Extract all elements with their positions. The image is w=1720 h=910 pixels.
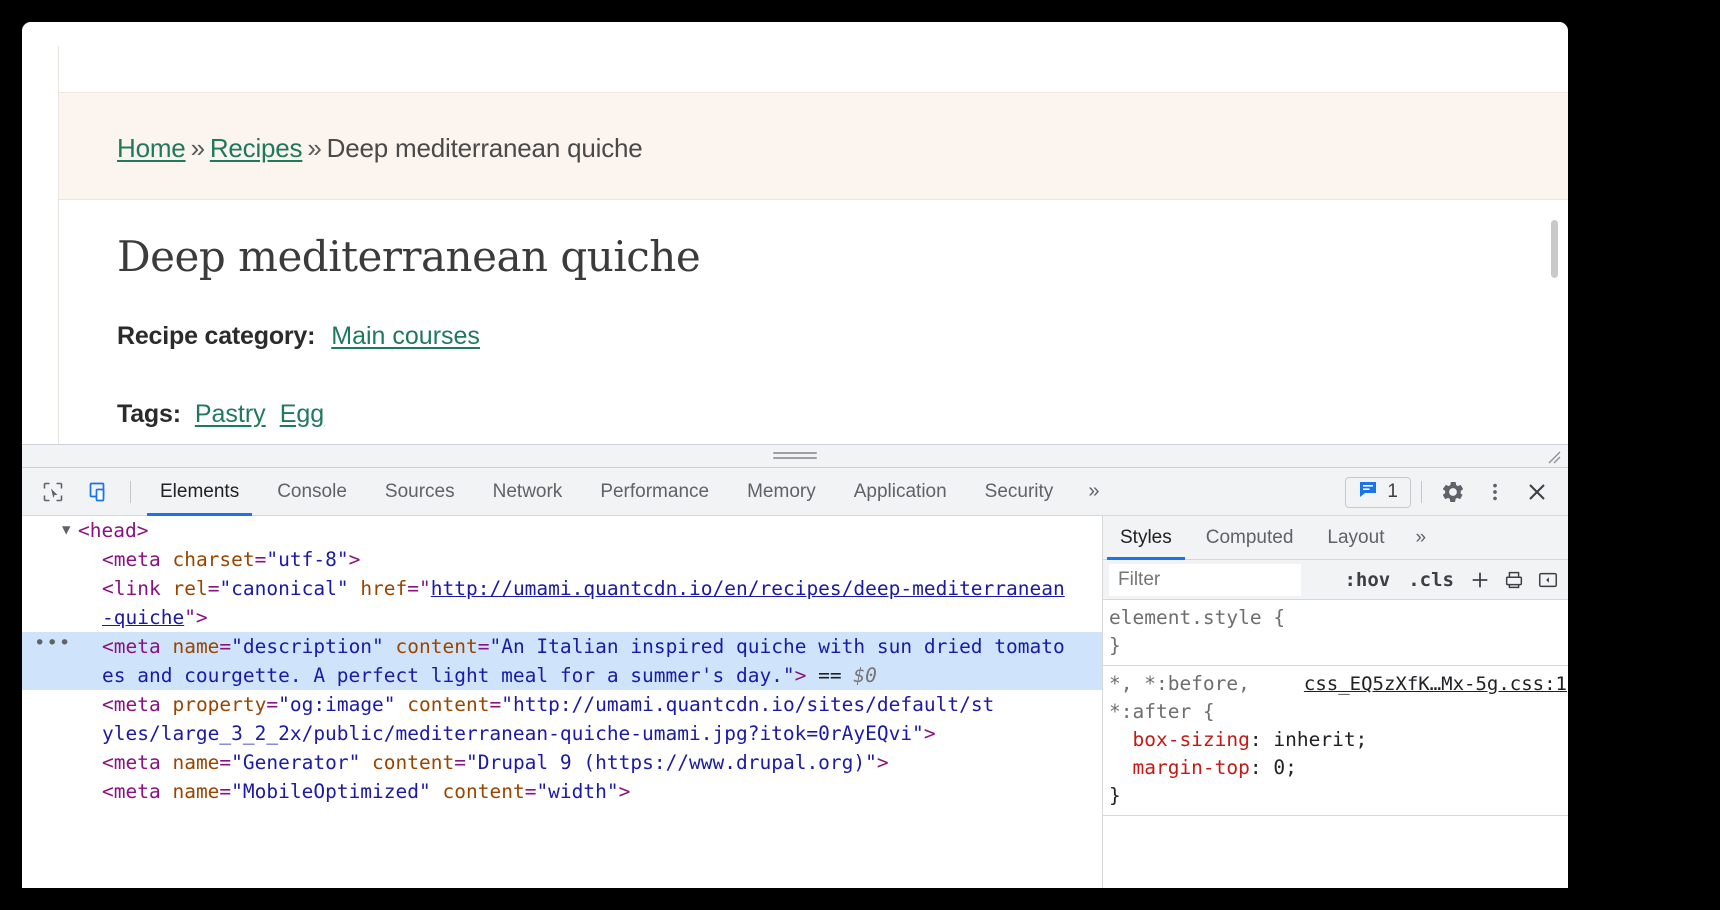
dom-line-meta-generator[interactable]: <meta name="Generator" content="Drupal 9… (22, 748, 1102, 777)
tab-computed[interactable]: Computed (1189, 516, 1311, 560)
page-viewport: Home»Recipes»Deep mediterranean quiche D… (22, 22, 1568, 462)
style-rule-element-style[interactable]: element.style {} (1103, 600, 1568, 666)
styles-more-tabs-chevron-icon[interactable]: » (1401, 516, 1440, 559)
styles-filter-actions: :hov .cls (1335, 560, 1565, 600)
devtools-resize-splitter[interactable] (22, 444, 1568, 468)
dom-line-meta-mobileoptimized[interactable]: <meta name="MobileOptimized" content="wi… (22, 777, 1102, 806)
tab-sources[interactable]: Sources (366, 468, 474, 516)
breadcrumb-link-home[interactable]: Home (117, 133, 186, 163)
sidebar-collapse-icon[interactable] (1531, 563, 1565, 597)
page-top-strip (58, 46, 1568, 92)
tab-memory[interactable]: Memory (728, 468, 835, 516)
styles-sidebar-pane: Styles Computed Layout » :hov .cls (1102, 516, 1568, 888)
recipe-tags-label: Tags: (117, 400, 181, 428)
devtools-panel: Elements Console Sources Network Perform… (22, 468, 1568, 888)
inspect-element-icon[interactable] (32, 471, 74, 513)
style-rule-selector-line-2: *:after { (1109, 698, 1568, 726)
toolbar-divider (130, 481, 131, 503)
styles-tab-list: Styles Computed Layout » (1103, 516, 1568, 560)
dom-line-meta-description[interactable]: •••<meta name="description" content="An … (22, 632, 1102, 661)
recipe-tags-row: Tags: Pastry Egg (117, 400, 324, 429)
tab-elements[interactable]: Elements (141, 468, 258, 516)
splitter-grip-icon[interactable] (773, 452, 817, 461)
kebab-menu-icon[interactable] (1474, 471, 1516, 513)
breadcrumb-link-recipes[interactable]: Recipes (210, 133, 303, 163)
recipe-tag-link-egg[interactable]: Egg (280, 400, 324, 428)
hov-toggle-button[interactable]: :hov (1335, 569, 1399, 591)
tab-styles[interactable]: Styles (1103, 516, 1189, 560)
breadcrumb-separator-1: » (191, 133, 205, 163)
dom-tag-head: <head> (78, 519, 148, 542)
cls-toggle-button[interactable]: .cls (1399, 569, 1463, 591)
expand-triangle-icon[interactable]: ▼ (62, 516, 70, 545)
breadcrumb-separator-2: » (307, 133, 321, 163)
more-tabs-chevron-icon[interactable]: » (1072, 468, 1115, 516)
issues-speech-bubble-icon (1358, 479, 1378, 505)
dom-line-meta-ogimage-wrap[interactable]: yles/large_3_2_2x/public/mediterranean-q… (22, 719, 1102, 748)
devtools-tab-list: Elements Console Sources Network Perform… (141, 468, 1072, 516)
tab-layout[interactable]: Layout (1310, 516, 1401, 560)
tab-console[interactable]: Console (258, 468, 366, 516)
style-declaration-box-sizing[interactable]: box-sizing: inherit; (1109, 726, 1568, 754)
tab-application[interactable]: Application (835, 468, 966, 516)
recipe-tag-link-pastry[interactable]: Pastry (195, 400, 266, 428)
issues-badge[interactable]: 1 (1345, 477, 1411, 508)
selected-node-reference: $0 (853, 664, 876, 687)
print-media-icon[interactable] (1497, 563, 1531, 597)
breadcrumb: Home»Recipes»Deep mediterranean quiche (117, 133, 643, 164)
browser-window-body: Home»Recipes»Deep mediterranean quiche D… (22, 22, 1568, 888)
page-scrollbar-thumb[interactable] (1551, 220, 1558, 278)
styles-rules-list[interactable]: element.style {} css_EQ5zXfK…Mx-5g.css:1… (1103, 600, 1568, 888)
dom-line-menu-dots-icon[interactable]: ••• (34, 629, 71, 658)
styles-filter-input[interactable] (1109, 564, 1301, 596)
page-title: Deep mediterranean quiche (117, 232, 700, 281)
style-rule-close-brace: } (1109, 632, 1568, 660)
gear-icon[interactable] (1432, 471, 1474, 513)
browser-window-frame: Home»Recipes»Deep mediterranean quiche D… (0, 0, 1720, 910)
dom-line-meta-description-wrap[interactable]: es and courgette. A perfect light meal f… (22, 661, 1102, 690)
style-rule-source-link[interactable]: css_EQ5zXfK…Mx-5g.css:1 (1304, 670, 1567, 698)
tab-network[interactable]: Network (474, 468, 582, 516)
devtools-toolbar-right: 1 (1345, 468, 1558, 516)
style-rule-universal[interactable]: css_EQ5zXfK…Mx-5g.css:1*, *:before,*:aft… (1103, 666, 1568, 816)
resize-corner-icon[interactable] (1546, 449, 1562, 465)
plus-icon[interactable] (1463, 563, 1497, 597)
dom-line-link-canonical-wrap[interactable]: -quiche"> (22, 603, 1102, 632)
dom-tree-pane[interactable]: ▼ <head> <meta charset="utf-8"> <link rel… (22, 516, 1102, 888)
toolbar-divider-right (1421, 481, 1422, 503)
styles-filter-bar: :hov .cls (1103, 560, 1568, 600)
dom-line-link-canonical[interactable]: <link rel="canonical" href="http://umami… (22, 574, 1102, 603)
close-icon[interactable] (1516, 471, 1558, 513)
page-main-content: Deep mediterranean quiche Recipe categor… (58, 200, 1568, 460)
style-rule-close-brace-2: } (1109, 782, 1568, 810)
device-toolbar-icon[interactable] (78, 471, 120, 513)
issues-count: 1 (1387, 481, 1398, 503)
recipe-category-link[interactable]: Main courses (331, 322, 480, 350)
breadcrumb-band: Home»Recipes»Deep mediterranean quiche (58, 92, 1568, 200)
breadcrumb-current: Deep mediterranean quiche (327, 133, 643, 163)
style-declaration-margin-top[interactable]: margin-top: 0; (1109, 754, 1568, 782)
tab-performance[interactable]: Performance (581, 468, 728, 516)
recipe-category-label: Recipe category: (117, 322, 315, 350)
dom-line-head[interactable]: ▼ <head> (22, 516, 1102, 545)
dom-attr-href-link[interactable]: http://umami.quantcdn.io/en/recipes/deep… (431, 577, 1065, 600)
style-rule-selector: element.style { (1109, 604, 1568, 632)
devtools-toolbar: Elements Console Sources Network Perform… (22, 468, 1568, 516)
tab-security[interactable]: Security (966, 468, 1073, 516)
dom-line-meta-ogimage[interactable]: <meta property="og:image" content="http:… (22, 690, 1102, 719)
dom-line-charset[interactable]: <meta charset="utf-8"> (22, 545, 1102, 574)
recipe-category-row: Recipe category: Main courses (117, 322, 480, 351)
